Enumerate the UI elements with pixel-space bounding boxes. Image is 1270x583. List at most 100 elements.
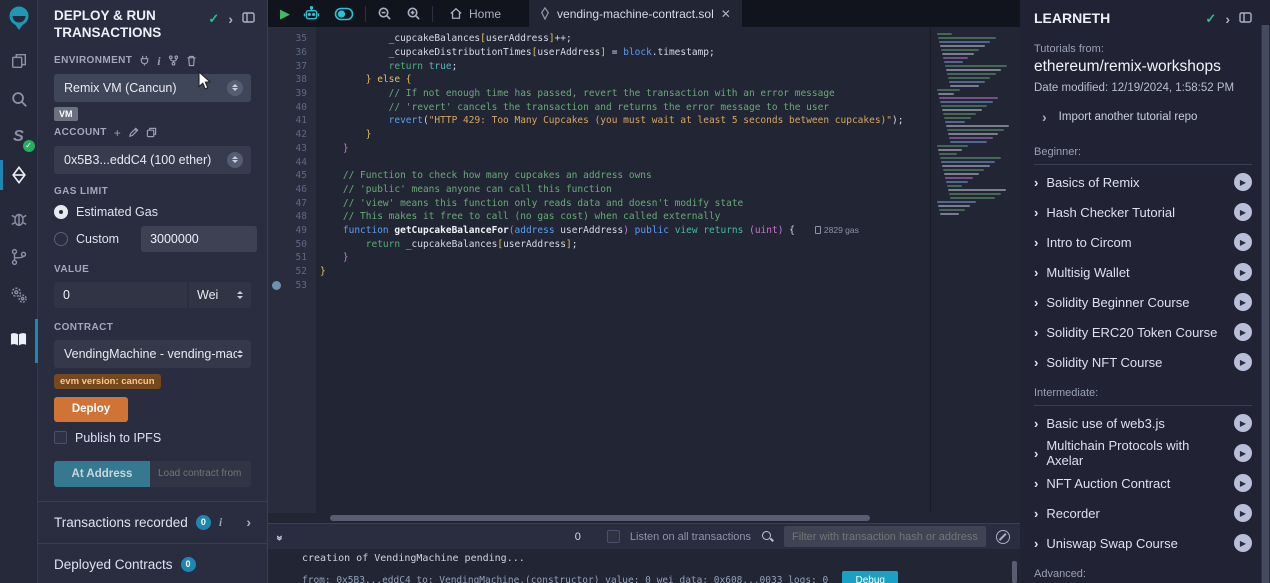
code-line[interactable]: function getCupcakeBalanceFor(address us… [320, 224, 930, 238]
plug-icon[interactable] [139, 55, 150, 66]
code-line[interactable]: return _cupcakeBalances[userAddress]; [320, 237, 930, 251]
edit-account-icon[interactable] [128, 127, 139, 138]
code-line[interactable]: } [320, 265, 930, 279]
zoom-in-icon[interactable] [406, 6, 421, 21]
line-number[interactable]: 53 [268, 278, 316, 292]
line-number[interactable]: 51 [268, 251, 316, 265]
tutorial-item[interactable]: ›Basic use of web3.js▶ [1034, 408, 1252, 438]
line-number[interactable]: 42 [268, 128, 316, 142]
search-icon[interactable] [0, 87, 38, 111]
line-number[interactable]: 36 [268, 46, 316, 60]
gutter[interactable]: 35363738394041424344454647484950515253 [268, 27, 316, 513]
code-line[interactable]: // 'view' means this function only reads… [320, 196, 930, 210]
play-tutorial-button[interactable]: ▶ [1234, 504, 1252, 522]
fork-state-icon[interactable] [168, 55, 179, 66]
play-tutorial-button[interactable]: ▶ [1234, 534, 1252, 552]
copy-address-icon[interactable] [146, 127, 157, 138]
import-repo-row[interactable]: › Import another tutorial repo [1042, 110, 1252, 124]
code-line[interactable]: _cupcakeBalances[userAddress]++; [320, 32, 930, 46]
tutorial-item[interactable]: ›Hash Checker Tutorial▶ [1034, 197, 1252, 227]
code-editor[interactable]: 35363738394041424344454647484950515253 _… [268, 27, 1020, 513]
terminal-vscroll-thumb[interactable] [1012, 561, 1017, 583]
custom-gas-radio[interactable] [54, 232, 68, 246]
horizontal-scrollbar[interactable] [268, 513, 1020, 523]
line-number[interactable]: 39 [268, 87, 316, 101]
line-number[interactable]: 35 [268, 32, 316, 46]
panel-scrollbar[interactable] [1261, 25, 1270, 583]
play-tutorial-button[interactable]: ▶ [1234, 293, 1252, 311]
file-explorer-icon[interactable] [0, 49, 38, 73]
hscroll-thumb[interactable] [330, 515, 870, 521]
code-line[interactable]: return true; [320, 59, 930, 73]
remix-ai-robot-icon[interactable] [303, 6, 320, 21]
value-unit-select[interactable]: Wei [189, 282, 251, 308]
tutorial-item[interactable]: ›Solidity ERC20 Token Course▶ [1034, 317, 1252, 347]
line-number[interactable]: 43 [268, 142, 316, 156]
code-line[interactable] [320, 155, 930, 169]
tutorial-item[interactable]: ›Recorder▶ [1034, 498, 1252, 528]
terminal-search-icon[interactable] [761, 530, 774, 543]
play-tutorial-button[interactable]: ▶ [1234, 323, 1252, 341]
code-line[interactable] [320, 278, 930, 292]
line-number[interactable]: 45 [268, 169, 316, 183]
pin-panel-icon[interactable] [1239, 12, 1252, 26]
close-tab-icon[interactable]: ✕ [721, 7, 731, 21]
code-line[interactable]: // 'public' means anyone can call this f… [320, 183, 930, 197]
tutorial-item[interactable]: ›NFT Auction Contract▶ [1034, 468, 1252, 498]
line-number[interactable]: 48 [268, 210, 316, 224]
code-line[interactable]: } else { [320, 73, 930, 87]
play-tutorial-button[interactable]: ▶ [1234, 474, 1252, 492]
line-number[interactable]: 40 [268, 100, 316, 114]
line-number[interactable]: 44 [268, 155, 316, 169]
account-select[interactable]: 0x5B3...eddC4 (100 ether) [54, 146, 251, 174]
tutorial-item[interactable]: ›Basics of Remix▶ [1034, 167, 1252, 197]
line-number[interactable]: 50 [268, 237, 316, 251]
panel-scroll-thumb[interactable] [1262, 25, 1269, 583]
play-tutorial-button[interactable]: ▶ [1234, 353, 1252, 371]
estimated-gas-radio[interactable] [54, 205, 68, 219]
tutorial-item[interactable]: ›Solidity Beginner Course▶ [1034, 287, 1252, 317]
play-tutorial-button[interactable]: ▶ [1234, 203, 1252, 221]
deploy-button[interactable]: Deploy [54, 397, 128, 422]
collapse-chevron-icon[interactable]: › [1225, 12, 1230, 26]
environment-select[interactable]: Remix VM (Cancun) [54, 74, 251, 102]
clear-terminal-icon[interactable] [996, 530, 1010, 544]
ai-toggle-icon[interactable] [334, 7, 354, 21]
tutorial-item[interactable]: ›Solidity NFT Course▶ [1034, 347, 1252, 377]
expand-terminal-icon[interactable]: ›› [273, 535, 287, 539]
learneth-plugin-icon[interactable] [0, 327, 38, 351]
pin-panel-icon[interactable] [242, 12, 255, 26]
settings-icon[interactable] [0, 283, 38, 307]
line-number[interactable]: 41 [268, 114, 316, 128]
remix-logo-icon[interactable] [0, 7, 38, 31]
code-line[interactable]: _cupcakeDistributionTimes[userAddress] =… [320, 46, 930, 60]
line-number[interactable]: 52 [268, 265, 316, 279]
git-icon[interactable] [0, 245, 38, 269]
contract-select[interactable]: VendingMachine - vending-machin [54, 340, 251, 368]
code-line[interactable]: // If not enough time has passed, revert… [320, 87, 930, 101]
play-tutorial-button[interactable]: ▶ [1234, 263, 1252, 281]
listen-all-checkbox[interactable] [607, 530, 620, 543]
home-tab[interactable]: Home [437, 0, 513, 27]
play-tutorial-button[interactable]: ▶ [1234, 414, 1252, 432]
transactions-info-icon[interactable]: i [219, 516, 222, 528]
deploy-and-run-icon[interactable] [0, 163, 38, 187]
publish-ipfs-checkbox[interactable] [54, 431, 67, 444]
line-number[interactable]: 37 [268, 59, 316, 73]
add-account-icon[interactable]: + [114, 127, 121, 139]
run-script-icon[interactable]: ▶ [280, 6, 290, 22]
code-line[interactable]: // 'revert' cancels the transaction and … [320, 100, 930, 114]
terminal-filter-input[interactable] [784, 526, 986, 547]
collapse-chevron-icon[interactable]: › [228, 12, 233, 26]
code-line[interactable]: // This makes it free to call (no gas co… [320, 210, 930, 224]
at-address-input[interactable] [150, 461, 251, 487]
solidity-compiler-icon[interactable]: S ✓ [0, 125, 38, 149]
play-tutorial-button[interactable]: ▶ [1234, 444, 1252, 462]
environment-info-icon[interactable]: i [157, 55, 160, 67]
value-input[interactable] [54, 282, 187, 308]
code-line[interactable]: } [320, 128, 930, 142]
play-tutorial-button[interactable]: ▶ [1234, 233, 1252, 251]
zoom-out-icon[interactable] [377, 6, 392, 21]
at-address-button[interactable]: At Address [54, 461, 150, 487]
terminal-log[interactable]: creation of VendingMachine pending... fr… [268, 549, 1020, 583]
